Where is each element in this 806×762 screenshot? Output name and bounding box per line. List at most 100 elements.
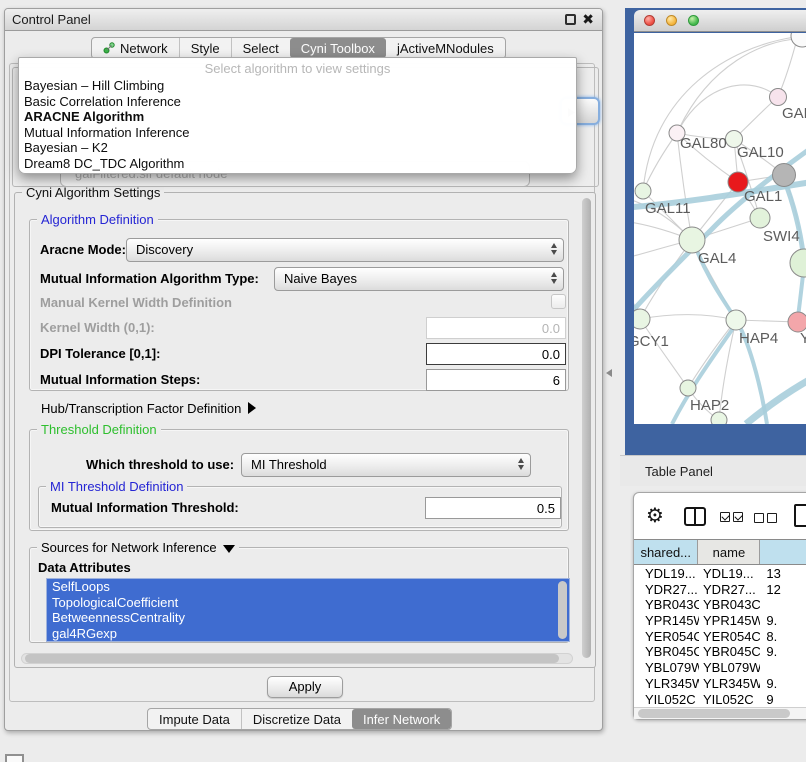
table-header-row[interactable]: shared...name (634, 539, 806, 565)
attribute-item-gal4rgexp[interactable]: gal4RGexp (47, 626, 555, 642)
minimized-panel-icon[interactable] (5, 754, 24, 762)
aracne-mode-combobox[interactable]: Discovery (126, 238, 564, 262)
table-row[interactable]: YPR145WYPR145W9. (634, 613, 806, 629)
control-panel-titlebar[interactable]: Control Panel ✖ (5, 9, 602, 31)
node-hap2[interactable] (680, 380, 696, 396)
table-cell: 8. (760, 629, 806, 645)
zoom-traffic-light-icon[interactable] (688, 15, 699, 26)
dropdown-item-bayesian-k2[interactable]: Bayesian – K2 (19, 140, 576, 156)
float-window-icon[interactable] (565, 14, 576, 25)
table-body[interactable]: YDL19...YDL19...13YDR27...YDR27...12YBR0… (634, 566, 806, 706)
tab-cyni-toolbox[interactable]: Cyni Toolbox (290, 38, 386, 58)
tab-select-label: Select (243, 41, 279, 56)
node-hap4[interactable] (726, 310, 746, 330)
dropdown-item-dream8-dc-tdc-algorithm[interactable]: Dream8 DC_TDC Algorithm (19, 156, 576, 172)
table-row[interactable]: YBL079WYBL079W (634, 660, 806, 676)
network-edge-thick[interactable] (784, 179, 804, 261)
tab-style[interactable]: Style (179, 38, 231, 58)
network-edge[interactable] (778, 39, 797, 97)
scrollbar-thumb[interactable] (582, 198, 591, 658)
dropdown-item-mutual-information-inference[interactable]: Mutual Information Inference (19, 125, 576, 141)
table-row[interactable]: YDL19...YDL19...13 (634, 566, 806, 582)
tab-select[interactable]: Select (231, 38, 290, 58)
node-swi4[interactable] (750, 208, 770, 228)
apply-button[interactable]: Apply (267, 676, 343, 698)
network-edge-thick[interactable] (746, 375, 806, 424)
minimize-traffic-light-icon[interactable] (666, 15, 677, 26)
network-edge[interactable] (640, 319, 688, 388)
network-node[interactable] (790, 249, 806, 277)
manual-kernel-checkbox[interactable] (551, 294, 566, 309)
network-edge[interactable] (677, 39, 797, 133)
network-canvas[interactable]: GALGAL80GAL10GAL1GAL11SWI4GAL4GCY1HAP4YH… (634, 33, 806, 424)
mi-steps-label: Mutual Information Steps: (40, 372, 200, 387)
attribute-item-topologicalcoefficient[interactable]: TopologicalCoefficient (47, 595, 555, 611)
stepper-arrows-icon (551, 272, 557, 284)
network-edge[interactable] (734, 97, 778, 139)
attribute-item-selfloops[interactable]: SelfLoops (47, 579, 555, 595)
network-edge[interactable] (640, 315, 736, 320)
list-scrollbar-thumb[interactable] (558, 581, 567, 639)
settings-vertical-scrollbar[interactable] (581, 197, 592, 661)
node-gcy1[interactable] (634, 309, 650, 329)
table-row[interactable]: YER054CYER054C8. (634, 629, 806, 645)
scrollbar-thumb[interactable] (638, 709, 790, 718)
dropdown-item-aracne-algorithm[interactable]: ARACNE Algorithm (19, 109, 576, 125)
export-table-icon[interactable] (794, 504, 806, 527)
tab-infer-network[interactable]: Infer Network (352, 709, 451, 729)
scrollbar-thumb[interactable] (25, 654, 559, 663)
node-gal[interactable] (770, 89, 787, 106)
table-panel-titlebar[interactable]: Table Panel (620, 455, 806, 486)
network-window-titlebar[interactable] (634, 10, 806, 32)
which-threshold-combobox[interactable]: MI Threshold (241, 453, 531, 477)
node-gal11[interactable] (635, 183, 651, 199)
data-attributes-list[interactable]: SelfLoopsTopologicalCoefficientBetweenne… (46, 578, 570, 642)
table-cell: 9. (760, 676, 806, 692)
column-header-2[interactable] (760, 540, 806, 564)
column-header-shared[interactable]: shared... (634, 540, 698, 564)
network-node[interactable] (791, 33, 806, 47)
table-row[interactable]: YBR043CYBR043C (634, 597, 806, 613)
node-y[interactable] (788, 312, 806, 332)
select-all-columns-icon[interactable] (720, 512, 743, 522)
cyni-bottom-tab-bar: Impute DataDiscretize DataInfer Network (147, 708, 452, 730)
table-row[interactable]: YLR345WYLR345W9. (634, 676, 806, 692)
settings-horizontal-scrollbar[interactable] (21, 653, 573, 664)
mi-steps-field[interactable] (426, 369, 566, 391)
tab-jactivemnodules[interactable]: jActiveMNodules (386, 38, 505, 58)
dpi-tolerance-label: DPI Tolerance [0,1]: (40, 346, 160, 361)
table-row[interactable]: YBR045CYBR045C9. (634, 644, 806, 660)
kernel-width-field[interactable] (426, 317, 566, 339)
columns-icon[interactable] (684, 507, 706, 526)
dpi-tolerance-field[interactable] (426, 343, 566, 365)
network-node[interactable] (773, 164, 796, 187)
tab-cyni-toolbox-label: Cyni Toolbox (301, 41, 375, 56)
node-label-gal: GAL (782, 105, 806, 122)
table-row[interactable]: YIL052CYIL052C9 (634, 692, 806, 707)
table-horizontal-scrollbar[interactable] (634, 707, 806, 719)
hub-definition-toggle[interactable]: Hub/Transcription Factor Definition (41, 401, 256, 416)
tab-network[interactable]: Network (92, 38, 179, 58)
table-row[interactable]: YDR27...YDR27...12 (634, 582, 806, 598)
close-traffic-light-icon[interactable] (644, 15, 655, 26)
network-edge[interactable] (677, 85, 778, 133)
gear-icon[interactable]: ⚙ (646, 504, 664, 526)
table-cell: YDR27... (634, 582, 699, 598)
dropdown-item-bayesian-hill-climbing[interactable]: Bayesian – Hill Climbing (19, 78, 576, 94)
node-label-y: Y (800, 330, 806, 347)
sources-group: Sources for Network Inference Data Attri… (29, 547, 569, 643)
control-panel-window: Control Panel ✖ NetworkStyle Select Cyni T… (4, 8, 603, 731)
mi-threshold-field[interactable] (425, 497, 561, 519)
column-header-name[interactable]: name (698, 540, 760, 564)
table-cell (760, 597, 806, 613)
mi-type-combobox[interactable]: Naive Bayes (274, 267, 564, 291)
table-cell: 12 (760, 582, 806, 598)
tab-impute-data[interactable]: Impute Data (148, 709, 241, 729)
split-pane-collapse-icon[interactable] (606, 369, 612, 377)
sources-legend[interactable]: Sources for Network Inference (37, 540, 239, 555)
tab-discretize-data[interactable]: Discretize Data (241, 709, 352, 729)
attribute-item-betweennesscentrality[interactable]: BetweennessCentrality (47, 610, 555, 626)
dropdown-item-basic-correlation-inference[interactable]: Basic Correlation Inference (19, 94, 576, 110)
deselect-all-columns-icon[interactable] (754, 513, 777, 523)
close-icon[interactable]: ✖ (582, 11, 594, 28)
